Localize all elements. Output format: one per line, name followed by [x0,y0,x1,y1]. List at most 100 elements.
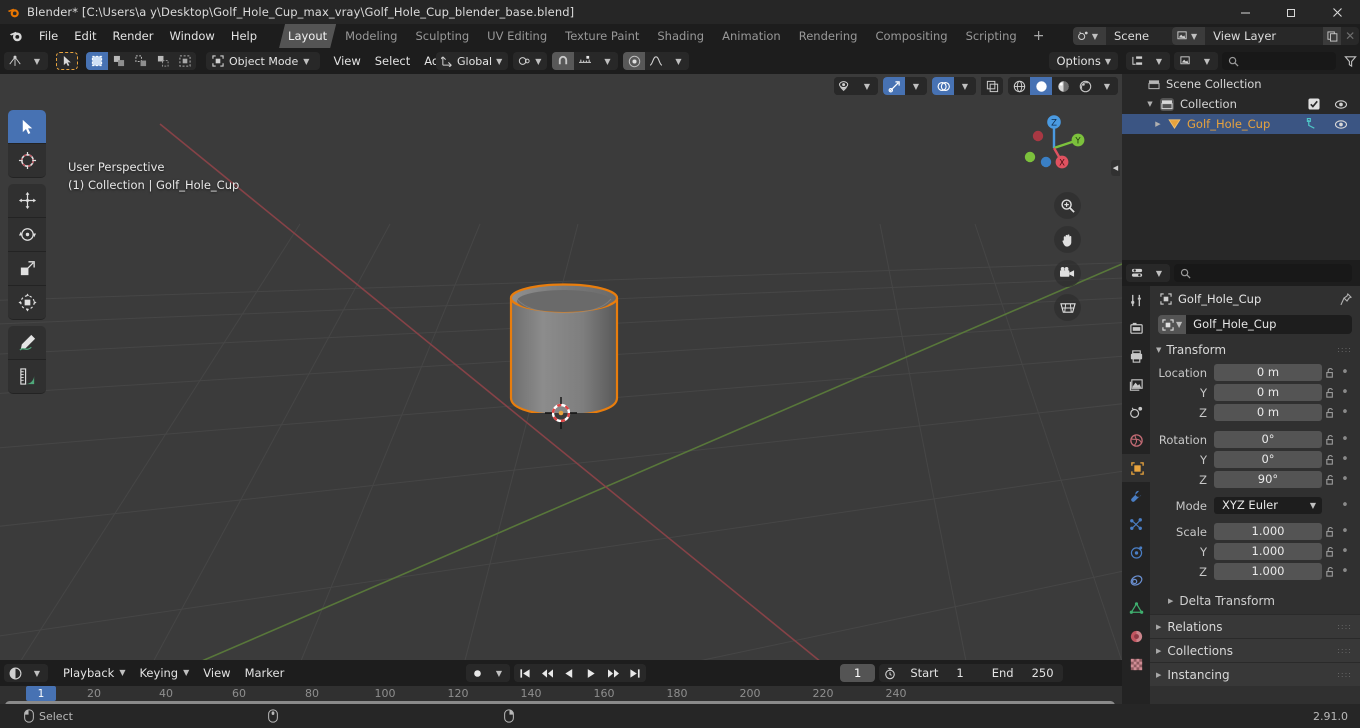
editor-type-3dview-icon[interactable] [4,52,26,70]
timeline-ruler[interactable]: 20 40 60 80 100 120 140 160 180 200 220 … [0,686,1122,710]
select-intersect-icon[interactable] [174,52,196,70]
scale-x-animate-dot[interactable]: • [1338,525,1352,538]
properties-tab-modifier[interactable] [1122,482,1150,510]
outliner-row-golf-hole-cup[interactable]: ▶ Golf_Hole_Cup [1122,114,1360,134]
remove-view-layer-icon[interactable]: ✕ [1341,27,1359,45]
sidebar-toggle-icon[interactable]: ◀ [1111,160,1120,176]
collection-eye-icon[interactable] [1334,99,1348,110]
show-overlays-icon[interactable] [932,77,954,95]
scale-z-animate-dot[interactable]: • [1338,565,1352,578]
filter-icon[interactable] [1340,55,1360,68]
object-expander-icon[interactable]: ▶ [1152,120,1164,128]
tab-texture-paint[interactable]: Texture Paint [556,24,648,48]
rotation-mode-animate-dot[interactable]: • [1338,499,1352,512]
scale-x-value[interactable]: 1.000 [1214,523,1322,540]
rotation-z-value[interactable]: 90° [1214,471,1322,488]
location-x-value[interactable]: 0 m [1214,364,1322,381]
rotation-x-lock-icon[interactable] [1322,434,1338,446]
properties-tab-output[interactable] [1122,342,1150,370]
relations-section[interactable]: ▶ Relations :::: [1150,614,1360,638]
auto-keying-icon[interactable] [466,664,488,682]
timeline-menu-marker[interactable]: Marker [238,664,292,682]
proportional-edit-icon[interactable] [623,52,646,70]
timeline-menu-view[interactable]: View [196,664,237,682]
auto-keying-chevron-down-icon[interactable]: ▼ [488,664,510,682]
properties-tab-world[interactable] [1122,426,1150,454]
tab-compositing[interactable]: Compositing [866,24,956,48]
location-y-lock-icon[interactable] [1322,387,1338,399]
tab-animation[interactable]: Animation [713,24,790,48]
location-y-animate-dot[interactable]: • [1338,386,1352,399]
rotation-z-animate-dot[interactable]: • [1338,473,1352,486]
location-x-animate-dot[interactable]: • [1338,366,1352,379]
instancing-section[interactable]: ▶ Instancing :::: [1150,662,1360,686]
object-mesh-child-icon[interactable] [1306,118,1318,130]
properties-tab-render[interactable] [1122,314,1150,342]
timeline-menu-playback[interactable]: Playback ▼ [56,664,132,682]
location-z-value[interactable]: 0 m [1214,404,1322,421]
scale-z-value[interactable]: 1.000 [1214,563,1322,580]
timeline-editor-type[interactable]: ▼ [4,664,48,682]
snap-increment-icon[interactable] [574,52,597,70]
delta-transform-panel[interactable]: ▶ Delta Transform [1150,590,1360,612]
location-z-lock-icon[interactable] [1322,407,1338,419]
properties-icon[interactable] [1126,264,1148,282]
new-view-layer-icon[interactable] [1323,27,1342,45]
timeline-icon[interactable] [4,664,26,682]
visibility-chevron-down-icon[interactable]: ▼ [856,77,878,95]
play-reverse-icon[interactable] [558,664,580,682]
tab-sculpting[interactable]: Sculpting [406,24,478,48]
menu-window[interactable]: Window [161,27,222,45]
show-gizmo-icon[interactable] [883,77,905,95]
wireframe-shading-icon[interactable] [1008,77,1030,95]
tab-scripting[interactable]: Scripting [957,24,1026,48]
properties-tab-constraints[interactable] [1122,566,1150,594]
maximize-button[interactable] [1268,0,1314,24]
properties-tab-view-layer[interactable] [1122,370,1150,398]
menu-edit[interactable]: Edit [66,27,104,45]
rendered-shading-icon[interactable] [1074,77,1096,95]
golf-hole-cup-object[interactable] [495,223,645,413]
move-tool-icon[interactable] [8,184,46,218]
collections-section[interactable]: ▶ Collections :::: [1150,638,1360,662]
location-y-value[interactable]: 0 m [1214,384,1322,401]
measure-tool-icon[interactable] [8,360,46,394]
select-box-icon[interactable] [86,52,108,70]
rotation-mode-dropdown[interactable]: XYZ Euler ▼ [1214,497,1322,514]
collection-expander-icon[interactable]: ▼ [1144,100,1156,108]
close-button[interactable] [1314,0,1360,24]
object-visibility-icon[interactable] [834,77,856,95]
scale-y-value[interactable]: 1.000 [1214,543,1322,560]
properties-search-input[interactable] [1174,264,1352,282]
scale-z-lock-icon[interactable] [1322,566,1338,578]
viewport-menu-select[interactable]: Select [368,52,417,70]
object-name-field[interactable]: ▼ Golf_Hole_Cup [1158,315,1352,334]
properties-editor-type[interactable]: ▼ [1126,264,1170,282]
properties-tab-particles[interactable] [1122,510,1150,538]
shading-chevron-down-icon[interactable]: ▼ [1096,77,1118,95]
properties-tab-material[interactable] [1122,622,1150,650]
falloff-curve-icon[interactable] [645,52,668,70]
falloff-chevron-down-icon[interactable]: ▼ [667,52,690,70]
select-lasso-icon[interactable] [130,52,152,70]
rotation-y-value[interactable]: 0° [1214,451,1322,468]
properties-tab-object[interactable] [1122,454,1150,482]
material-preview-shading-icon[interactable] [1052,77,1074,95]
properties-tab-texture[interactable] [1122,650,1150,678]
mode-selector[interactable]: Object Mode ▼ [206,52,321,70]
tab-uv-editing[interactable]: UV Editing [478,24,556,48]
toggle-xray-icon[interactable] [981,77,1003,95]
annotate-tool-icon[interactable] [8,326,46,360]
prev-keyframe-icon[interactable] [536,664,558,682]
rotation-x-animate-dot[interactable]: • [1338,433,1352,446]
viewport-options-button[interactable]: Options ▼ [1049,52,1118,70]
outliner-row-collection[interactable]: ▼ Collection [1122,94,1360,114]
outliner-editor-chevron-down-icon[interactable]: ▼ [1148,52,1170,70]
location-x-lock-icon[interactable] [1322,367,1338,379]
menu-file[interactable]: File [31,27,66,45]
playhead[interactable]: 1 [26,686,56,701]
3d-viewport[interactable]: ▼ Object Mode ▼ View Select Global ▼ ▼ ▼… [0,48,1122,660]
cursor-tool-icon[interactable] [8,144,46,178]
editor-type-selector[interactable]: ▼ [4,52,48,70]
end-frame-value[interactable]: 250 [1023,664,1063,682]
